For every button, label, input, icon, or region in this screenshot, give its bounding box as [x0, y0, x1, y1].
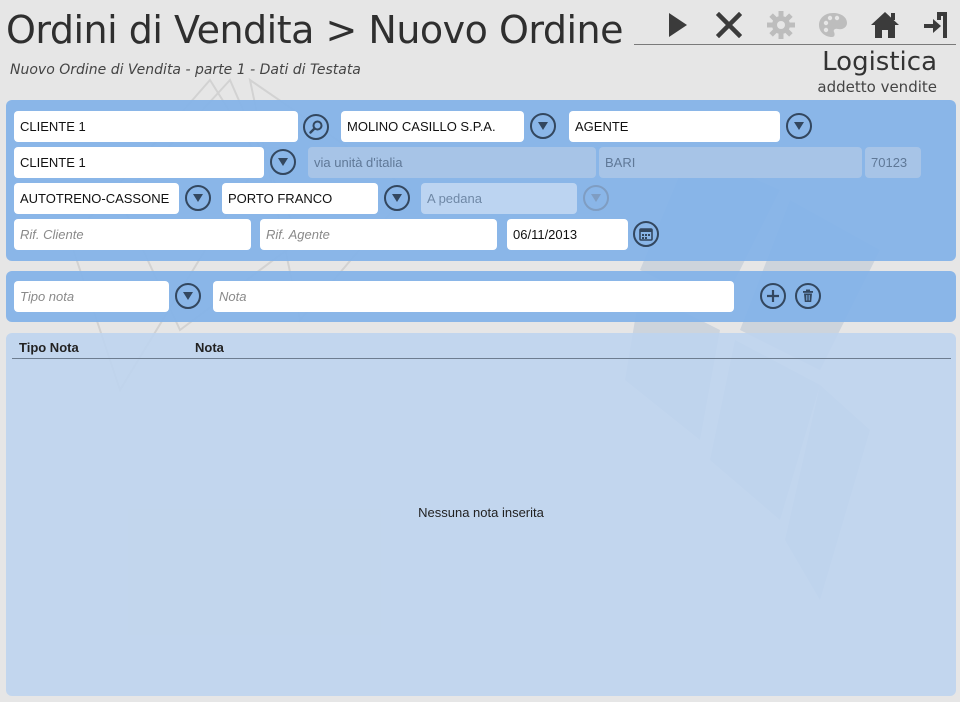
- notes-grid-header: Tipo Nota Nota: [12, 339, 951, 359]
- chevron-down-icon: [392, 194, 402, 202]
- customer-code-field[interactable]: CLIENTE 1: [14, 111, 298, 142]
- customer-reference-input[interactable]: Rif. Cliente: [14, 219, 251, 250]
- exit-button[interactable]: [922, 10, 952, 40]
- order-header-panel: CLIENTE 1 MOLINO CASILLO S.P.A. AGENTE C…: [6, 100, 956, 261]
- customer-name-dropdown[interactable]: [530, 113, 556, 139]
- close-icon: [716, 12, 742, 38]
- destination-dropdown[interactable]: [270, 149, 296, 175]
- chevron-down-icon: [794, 122, 804, 130]
- cancel-button[interactable]: [714, 10, 744, 40]
- trash-icon: [803, 289, 813, 302]
- home-button[interactable]: [870, 10, 900, 40]
- column-header-note-type[interactable]: Tipo Nota: [19, 340, 79, 355]
- note-entry-panel: Tipo nota Nota: [6, 271, 956, 322]
- agent-field[interactable]: AGENTE: [569, 111, 780, 142]
- customer-name-field[interactable]: MOLINO CASILLO S.P.A.: [341, 111, 524, 142]
- plus-icon: [767, 290, 779, 302]
- destination-field[interactable]: CLIENTE 1: [14, 147, 264, 178]
- chevron-down-icon: [278, 158, 288, 166]
- address-field: via unità d'italia: [308, 147, 596, 178]
- chevron-down-icon: [538, 122, 548, 130]
- order-date-field[interactable]: 06/11/2013: [507, 219, 628, 250]
- note-type-input[interactable]: Tipo nota: [14, 281, 169, 312]
- home-icon: [871, 12, 899, 38]
- empty-notes-message: Nessuna nota inserita: [418, 505, 544, 520]
- agent-reference-input[interactable]: Rif. Agente: [260, 219, 497, 250]
- transport-field[interactable]: AUTOTRENO-CASSONE: [14, 183, 179, 214]
- exit-icon: [924, 12, 947, 38]
- gear-icon: [767, 11, 795, 39]
- role-name: addetto vendite: [817, 78, 937, 96]
- toolbar: [634, 4, 956, 45]
- chevron-down-icon: [591, 194, 601, 202]
- note-type-dropdown[interactable]: [175, 283, 201, 309]
- notes-grid: Tipo Nota Nota Nessuna nota inserita: [6, 333, 956, 696]
- customer-search-button[interactable]: [303, 114, 329, 140]
- add-note-button[interactable]: [760, 283, 786, 309]
- page-subtitle: Nuovo Ordine di Vendita - parte 1 - Dati…: [10, 62, 361, 78]
- settings-button[interactable]: [766, 10, 796, 40]
- postal-code-field: 70123: [865, 147, 921, 178]
- play-button[interactable]: [662, 10, 692, 40]
- chevron-down-icon: [183, 292, 193, 300]
- column-header-note[interactable]: Nota: [195, 340, 224, 355]
- page-title: Ordini di Vendita > Nuovo Ordine: [6, 8, 623, 52]
- city-field: BARI: [599, 147, 862, 178]
- theme-button[interactable]: [818, 10, 848, 40]
- packaging-dropdown: [583, 185, 609, 211]
- area-name: Logistica: [822, 47, 937, 77]
- palette-icon: [819, 13, 847, 37]
- agent-dropdown[interactable]: [786, 113, 812, 139]
- packaging-field: A pedana: [421, 183, 577, 214]
- play-icon: [669, 13, 687, 37]
- note-text-input[interactable]: Nota: [213, 281, 734, 312]
- chevron-down-icon: [193, 194, 203, 202]
- shipping-terms-field[interactable]: PORTO FRANCO: [222, 183, 378, 214]
- delete-note-button[interactable]: [795, 283, 821, 309]
- calendar-icon: [639, 228, 653, 241]
- date-picker-button[interactable]: [633, 221, 659, 247]
- shipping-terms-dropdown[interactable]: [384, 185, 410, 211]
- search-icon: [309, 120, 323, 134]
- transport-dropdown[interactable]: [185, 185, 211, 211]
